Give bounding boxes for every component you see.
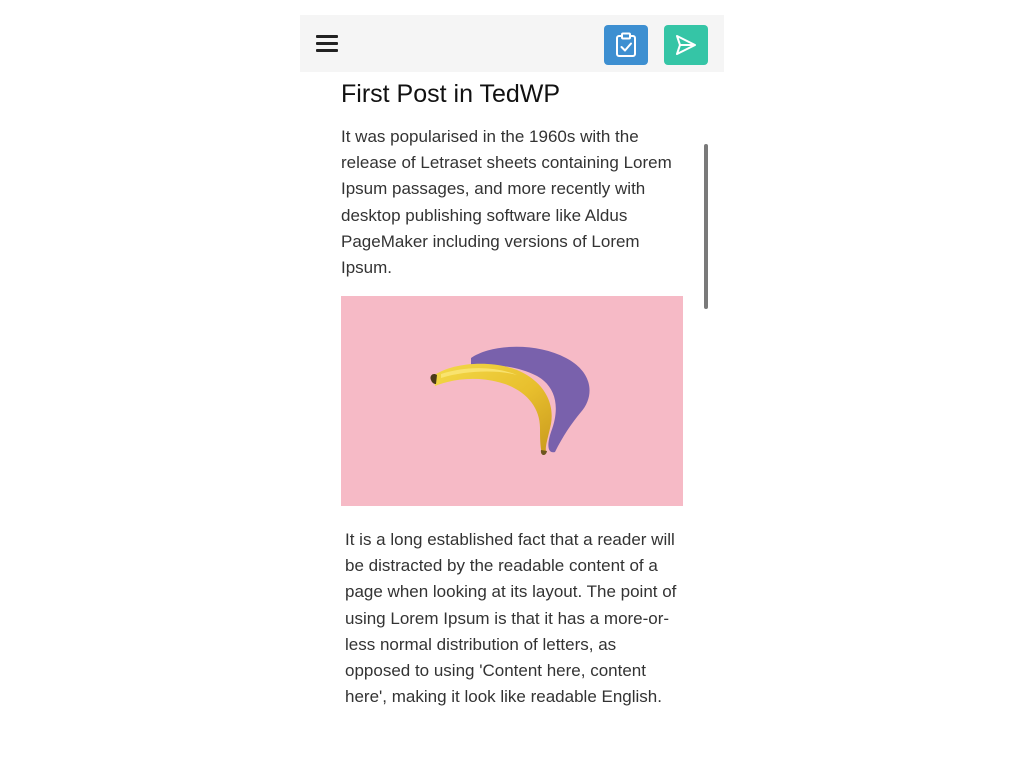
review-button[interactable] — [604, 25, 648, 65]
post-paragraph[interactable]: It is a long established fact that a rea… — [345, 527, 685, 710]
send-button[interactable] — [664, 25, 708, 65]
post-title[interactable]: First Post in TedWP — [341, 80, 560, 109]
scrollbar[interactable] — [704, 144, 708, 309]
clipboard-check-icon — [616, 32, 636, 57]
top-toolbar — [300, 15, 724, 72]
post-image[interactable] — [341, 296, 683, 506]
hamburger-menu-icon[interactable] — [314, 32, 340, 54]
post-editor-screen: First Post in TedWP It was popularised i… — [300, 15, 724, 768]
banana-image — [430, 346, 590, 456]
post-paragraph[interactable]: It was popularised in the 1960s with the… — [341, 124, 685, 281]
send-icon — [676, 35, 696, 55]
